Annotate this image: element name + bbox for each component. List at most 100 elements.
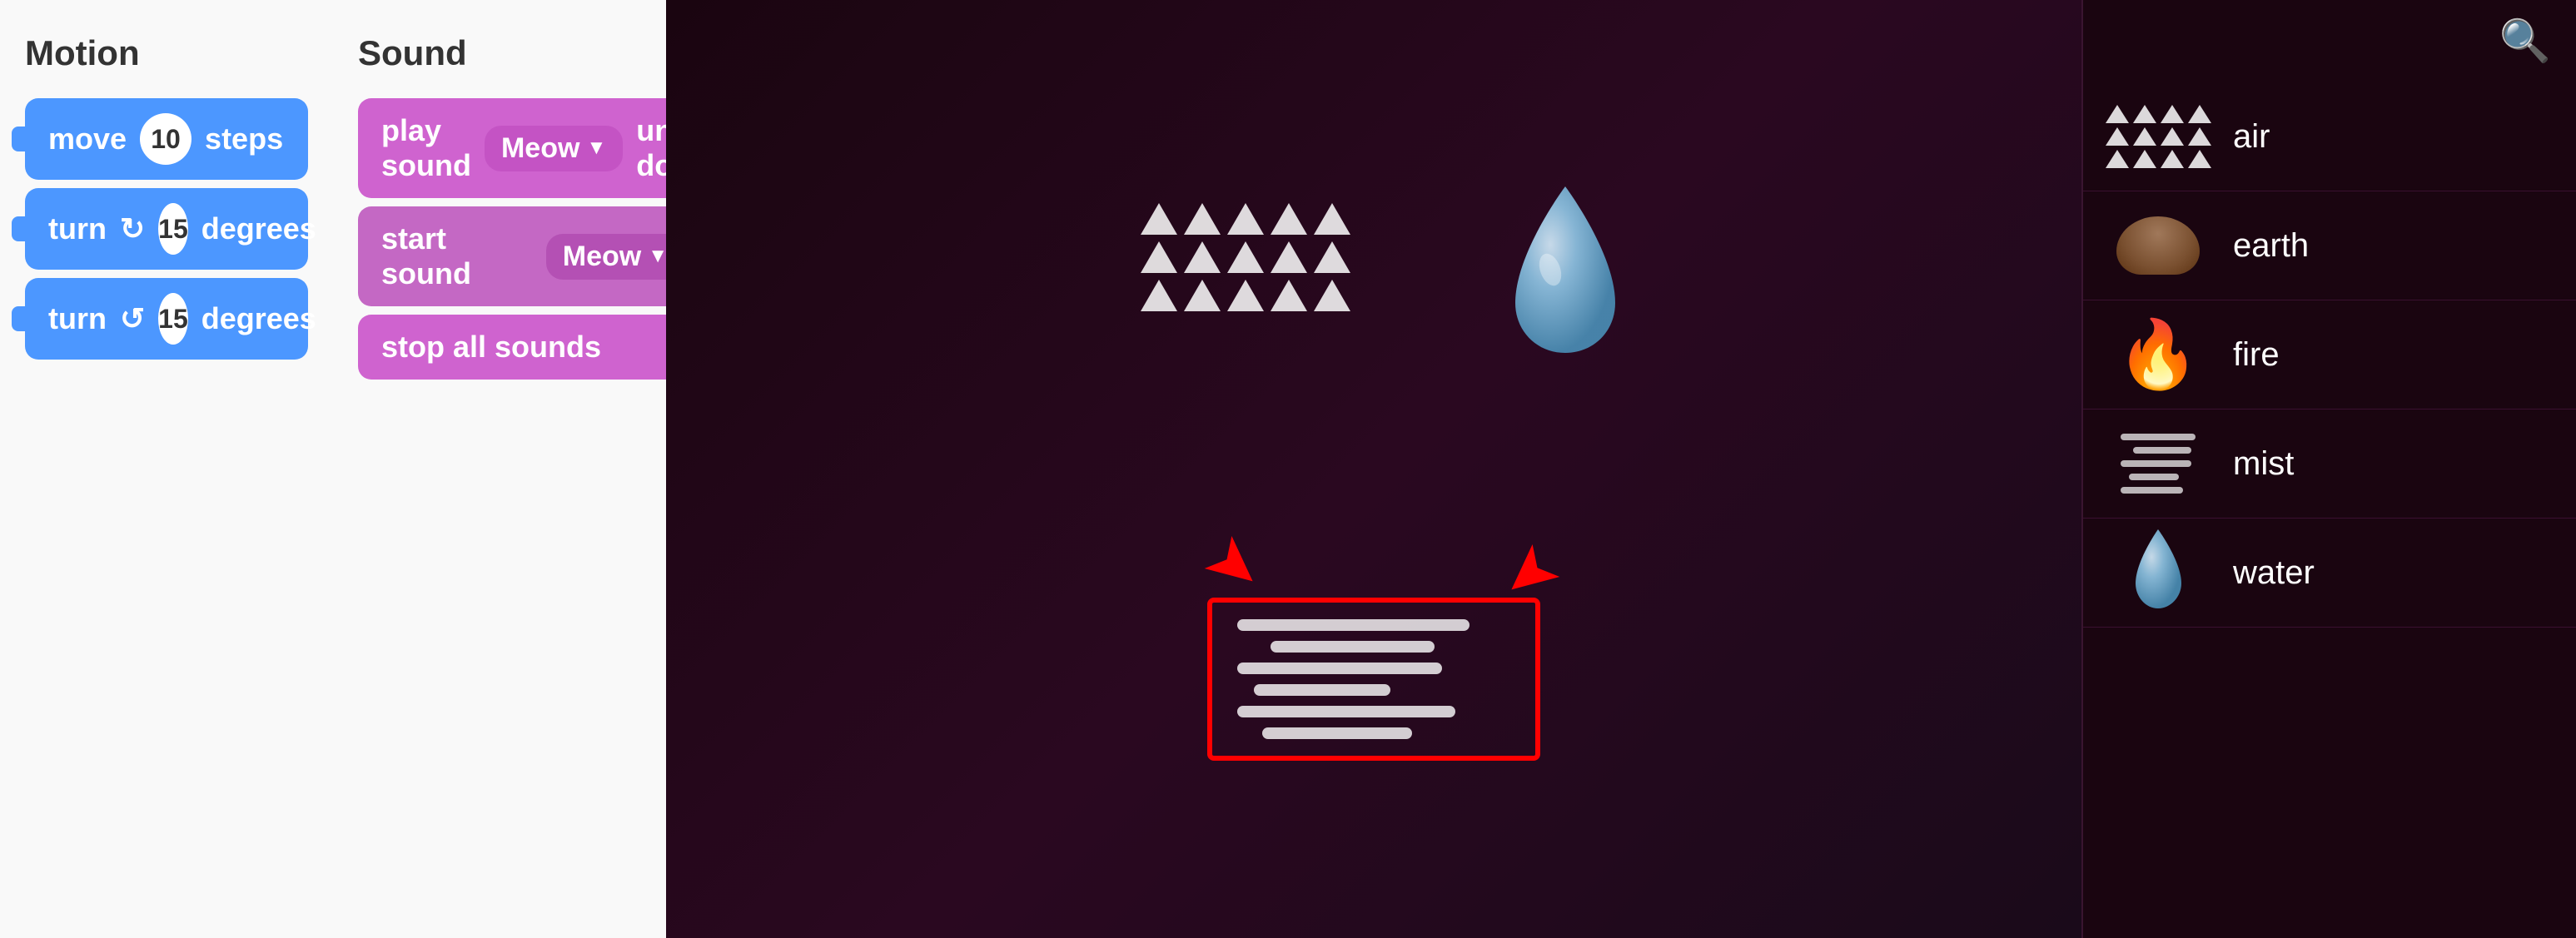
air-icon-tri-10 <box>2133 150 2156 168</box>
fire-label: fire <box>2233 336 2280 374</box>
move-label: move <box>48 122 127 156</box>
mist-label: mist <box>2233 445 2294 483</box>
left-panel: Motion move 10 steps turn ↻ 15 degrees t… <box>0 0 666 938</box>
air-triangle-7 <box>1184 241 1221 273</box>
stop-sounds-block[interactable]: stop all sounds <box>358 315 708 380</box>
move-value[interactable]: 10 <box>140 113 191 165</box>
search-icon[interactable]: 🔍 <box>2499 17 2551 66</box>
play-sound-dropdown-value: Meow <box>501 132 579 165</box>
move-steps-label: steps <box>205 122 283 156</box>
air-triangle-8 <box>1227 241 1264 273</box>
air-icon-tri-11 <box>2161 150 2184 168</box>
air-icon <box>2106 105 2211 168</box>
air-triangle-14 <box>1271 280 1307 311</box>
mist-line-5 <box>1237 706 1455 717</box>
water-element <box>1507 186 1624 370</box>
element-item-air[interactable]: air <box>2083 82 2576 191</box>
water-icon-container <box>2108 531 2208 614</box>
water-icon <box>2131 529 2186 617</box>
turn-ccw-degrees-label: degrees <box>201 301 316 336</box>
air-triangle-2 <box>1184 203 1221 235</box>
air-triangle-3 <box>1227 203 1264 235</box>
element-item-earth[interactable]: earth <box>2083 191 2576 300</box>
play-sound-dropdown-arrow: ▼ <box>586 136 606 160</box>
turn-cw-value[interactable]: 15 <box>158 203 188 255</box>
motion-title: Motion <box>25 33 308 73</box>
turn-ccw-value[interactable]: 15 <box>158 293 188 345</box>
water-drop-container <box>1507 186 1624 370</box>
mist-icon-container <box>2108 422 2208 505</box>
mist-result-box <box>1207 598 1540 761</box>
air-icon-tri-1 <box>2106 105 2129 123</box>
water-drop-svg <box>1507 186 1624 370</box>
mist-line-2 <box>1271 641 1435 653</box>
motion-column: Motion move 10 steps turn ↻ 15 degrees t… <box>25 33 308 905</box>
sound-column: Sound play sound Meow ▼ until done start… <box>358 33 708 905</box>
element-item-water[interactable]: water <box>2083 519 2576 628</box>
air-triangle-4 <box>1271 203 1307 235</box>
air-triangle-15 <box>1314 280 1350 311</box>
play-sound-block[interactable]: play sound Meow ▼ until done <box>358 98 708 198</box>
turn-cw-icon: ↻ <box>120 211 145 246</box>
water-label: water <box>2233 554 2315 592</box>
air-icon-tri-9 <box>2106 150 2129 168</box>
air-triangle-11 <box>1141 280 1177 311</box>
scene-wrapper: ➤ ➤ <box>1041 136 1707 802</box>
turn-cw-degrees-label: degrees <box>201 211 316 246</box>
air-triangle-10 <box>1314 241 1350 273</box>
turn-ccw-label: turn <box>48 301 107 336</box>
air-label: air <box>2233 118 2270 156</box>
start-sound-label: start sound <box>381 221 533 291</box>
start-sound-block[interactable]: start sound Meow ▼ <box>358 206 708 306</box>
mist-icon-line-3 <box>2121 460 2191 467</box>
water-icon-svg <box>2131 529 2186 617</box>
element-item-mist[interactable]: mist <box>2083 409 2576 519</box>
start-sound-dropdown[interactable]: Meow ▼ <box>546 234 684 280</box>
fire-icon: 🔥 <box>2116 315 2200 394</box>
air-triangle-1 <box>1141 203 1177 235</box>
air-triangle-9 <box>1271 241 1307 273</box>
mist-icon-line-5 <box>2121 487 2183 494</box>
air-icon-tri-12 <box>2188 150 2211 168</box>
turn-cw-label: turn <box>48 211 107 246</box>
mist-icon-line-1 <box>2121 434 2196 440</box>
mist-box-inner <box>1207 598 1540 761</box>
turn-ccw-icon: ↺ <box>120 301 145 336</box>
air-icon-tri-5 <box>2106 127 2129 146</box>
center-panel: ➤ ➤ <box>666 0 2081 938</box>
start-sound-dropdown-arrow: ▼ <box>648 245 668 268</box>
air-triangle-12 <box>1184 280 1221 311</box>
air-icon-tri-2 <box>2133 105 2156 123</box>
search-bar[interactable]: 🔍 <box>2083 0 2576 82</box>
air-icon-tri-8 <box>2188 127 2211 146</box>
mist-line-3 <box>1237 663 1442 674</box>
element-item-fire[interactable]: 🔥 fire <box>2083 300 2576 409</box>
air-icon-tri-4 <box>2188 105 2211 123</box>
mist-icon-line-2 <box>2133 447 2191 454</box>
move-block[interactable]: move 10 steps <box>25 98 308 180</box>
air-triangles <box>1141 203 1324 311</box>
mist-line-1 <box>1237 619 1470 631</box>
air-triangle-6 <box>1141 241 1177 273</box>
air-icon-container <box>2108 95 2208 178</box>
earth-label: earth <box>2233 227 2309 265</box>
mist-line-4 <box>1254 684 1390 696</box>
air-triangle-13 <box>1227 280 1264 311</box>
right-panel: 🔍 air earth <box>2081 0 2576 938</box>
earth-icon <box>2116 216 2200 275</box>
turn-cw-block[interactable]: turn ↻ 15 degrees <box>25 188 308 270</box>
turn-ccw-block[interactable]: turn ↺ 15 degrees <box>25 278 308 360</box>
stop-sounds-label: stop all sounds <box>381 330 601 365</box>
air-icon-tri-7 <box>2161 127 2184 146</box>
start-sound-dropdown-value: Meow <box>563 241 641 273</box>
play-sound-dropdown[interactable]: Meow ▼ <box>485 126 623 171</box>
fire-icon-container: 🔥 <box>2108 313 2208 396</box>
air-triangle-5 <box>1314 203 1350 235</box>
air-icon-tri-3 <box>2161 105 2184 123</box>
mist-icon-line-4 <box>2129 474 2179 480</box>
mist-line-6 <box>1262 727 1412 739</box>
sound-title: Sound <box>358 33 708 73</box>
mist-icon <box>2121 434 2196 494</box>
air-element <box>1141 203 1324 311</box>
play-sound-label: play sound <box>381 113 471 183</box>
